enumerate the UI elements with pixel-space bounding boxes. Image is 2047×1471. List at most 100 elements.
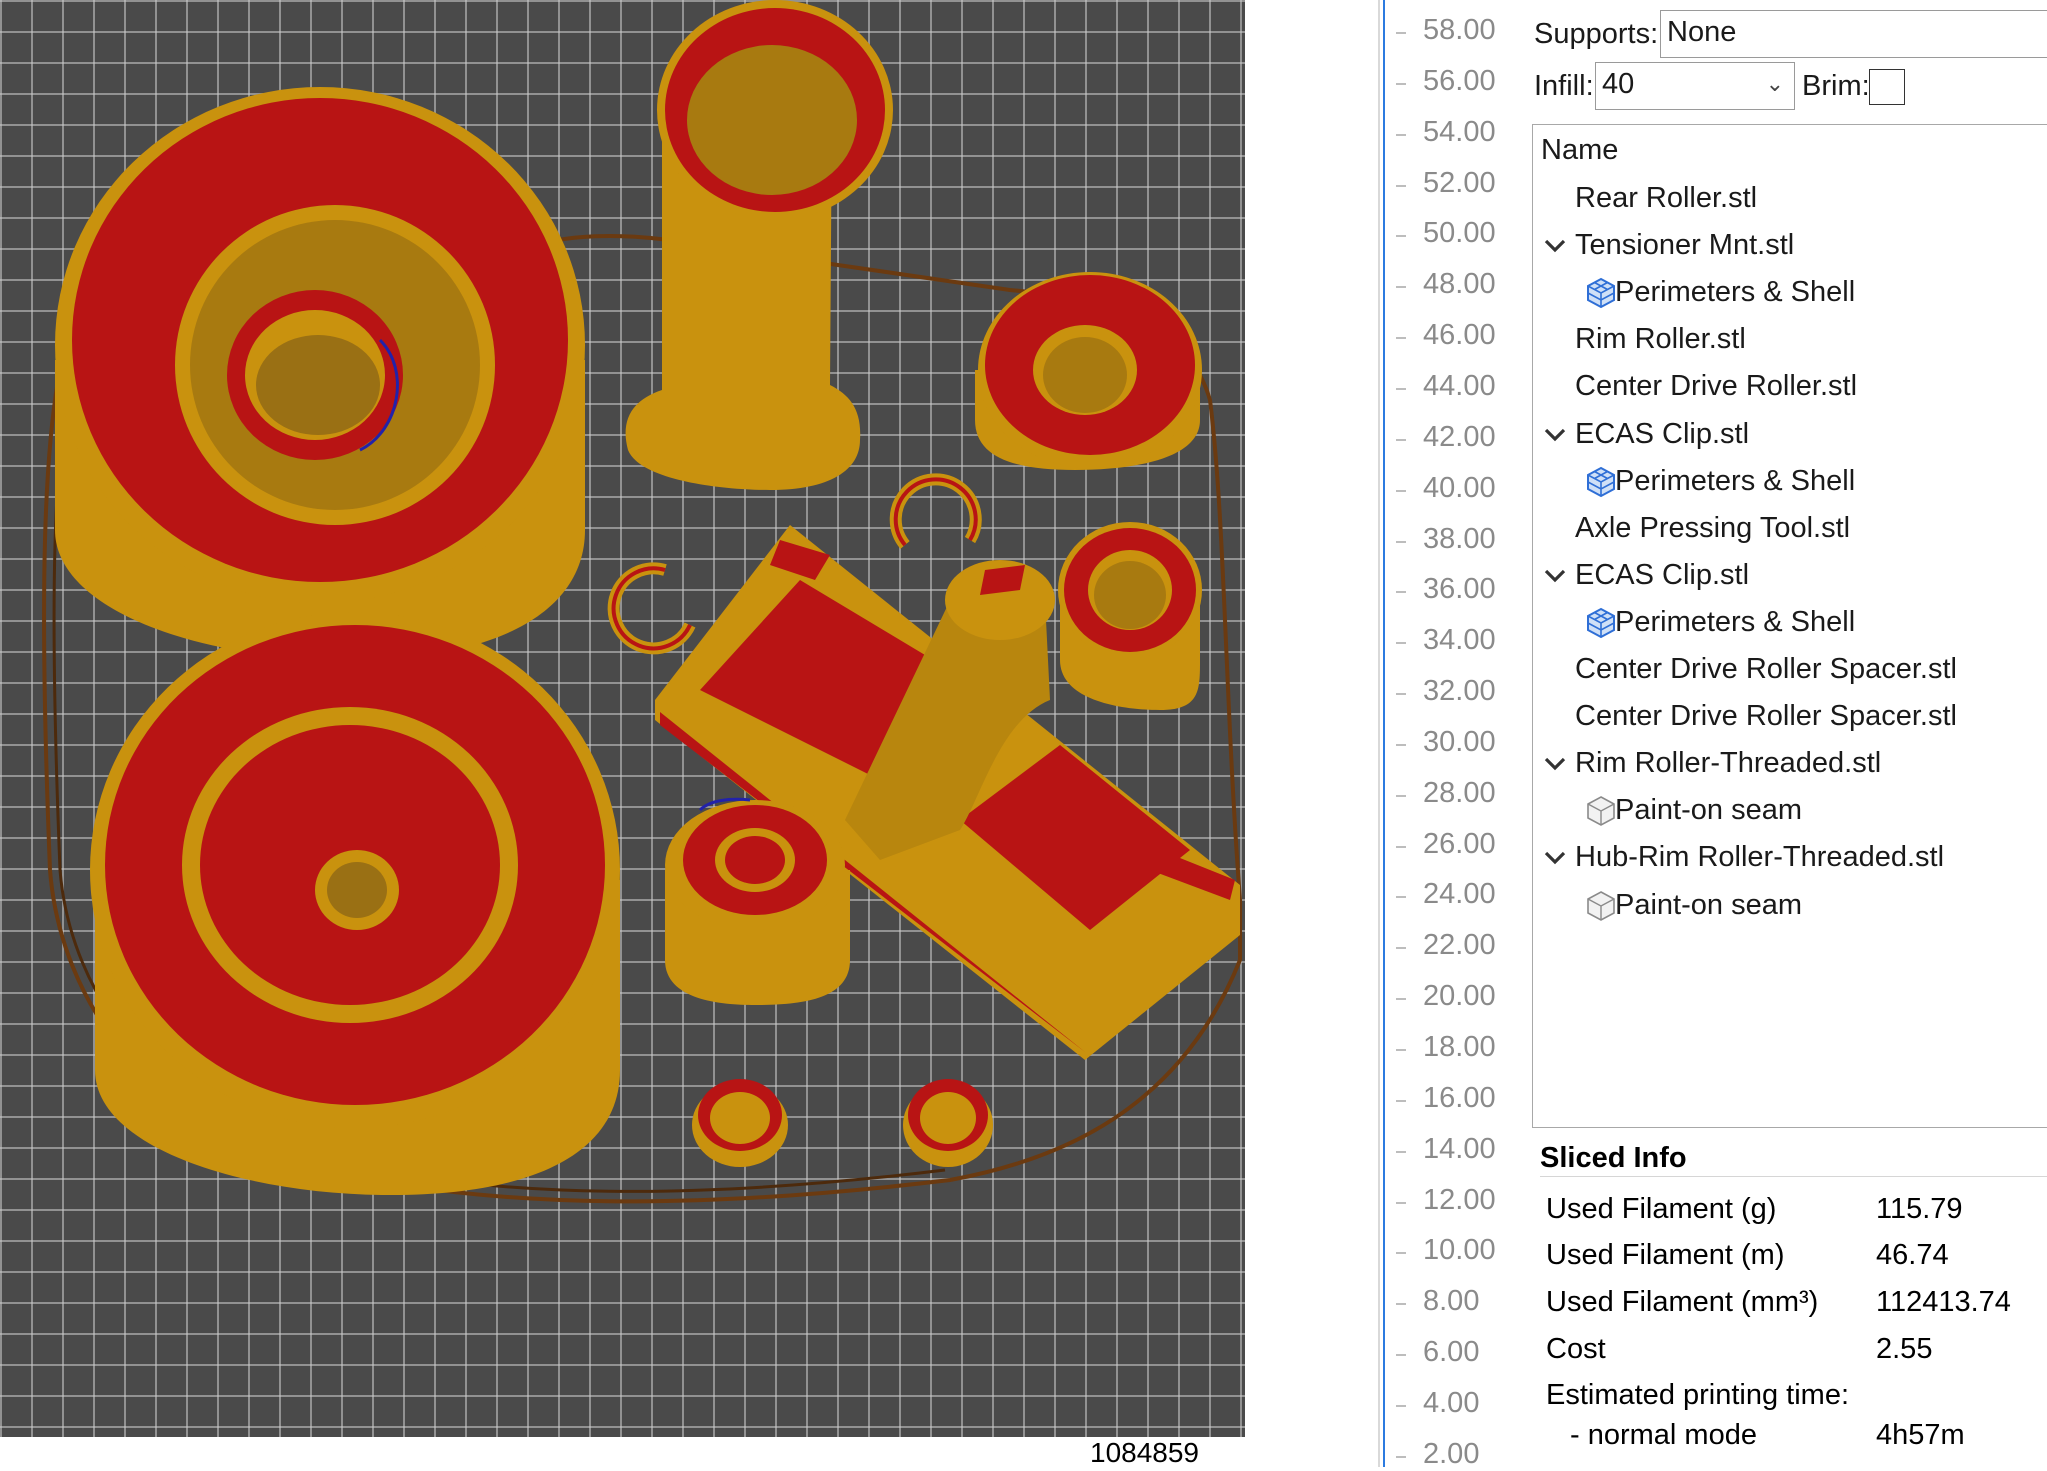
- object-list-item[interactable]: Perimeters & Shell: [1533, 599, 2047, 646]
- center-drive-roller-part: [90, 612, 620, 1195]
- layer-height-tick-label: 8.00: [1423, 1285, 1480, 1318]
- layer-height-tick-mark: [1396, 184, 1406, 187]
- object-list-item[interactable]: Center Drive Roller Spacer.stl: [1533, 646, 2047, 693]
- layer-height-tick-mark: [1396, 845, 1406, 848]
- sliced-info-row: Used Filament (m) 46.74: [1546, 1232, 2046, 1278]
- sliced-info-value: 4h57m: [1876, 1419, 1965, 1451]
- layer-height-tick-label: 36.00: [1423, 573, 1496, 606]
- layer-height-tick-label: 14.00: [1423, 1132, 1496, 1165]
- object-list-item[interactable]: Paint-on seam: [1533, 882, 2047, 929]
- layer-height-tick-mark: [1396, 1099, 1406, 1102]
- layer-height-tick-label: 26.00: [1423, 827, 1496, 860]
- sliced-info-value: 112413.74: [1876, 1286, 2011, 1318]
- spacer-ring-part: [1058, 522, 1202, 710]
- sliced-info-row: Cost 2.55: [1546, 1326, 2046, 1372]
- object-list-item[interactable]: Center Drive Roller.stl: [1533, 363, 2047, 410]
- layer-height-tick-mark: [1396, 337, 1406, 340]
- layer-height-tick-label: 58.00: [1423, 14, 1496, 46]
- layer-height-tick-label: 46.00: [1423, 319, 1496, 352]
- layer-height-tick-mark: [1396, 591, 1406, 594]
- object-list-header[interactable]: Name: [1541, 127, 1618, 174]
- chevron-down-icon[interactable]: [1543, 834, 1571, 881]
- layer-height-tick-mark: [1396, 32, 1406, 34]
- object-list-item[interactable]: Perimeters & Shell: [1533, 458, 2047, 505]
- layer-height-tick-mark: [1396, 1150, 1406, 1153]
- layer-height-tick-label: 24.00: [1423, 878, 1496, 911]
- small-spacer-ring-1: [692, 1079, 788, 1167]
- ecas-clip-part-2: [889, 473, 982, 549]
- layer-height-tick-label: 56.00: [1423, 64, 1496, 97]
- gcode-preview-viewport[interactable]: [0, 0, 1245, 1437]
- object-list-item-label: Center Drive Roller Spacer.stl: [1575, 653, 1957, 685]
- chevron-down-icon[interactable]: [1543, 411, 1571, 458]
- infill-combo[interactable]: 40 ⌄: [1595, 62, 1795, 110]
- layer-height-tick-mark: [1396, 235, 1406, 238]
- object-list-item[interactable]: Rim Roller-Threaded.stl: [1533, 740, 2047, 787]
- layer-height-tick-mark: [1396, 896, 1406, 899]
- layer-height-tick-label: 6.00: [1423, 1336, 1480, 1369]
- layer-height-tick-label: 38.00: [1423, 522, 1496, 555]
- layer-height-tick-mark: [1396, 387, 1406, 390]
- sliced-info-label: Cost: [1546, 1333, 1606, 1365]
- object-list-item-label: Rear Roller.stl: [1575, 182, 1758, 214]
- object-list-item-label: ECAS Clip.stl: [1575, 417, 1750, 450]
- object-list-item[interactable]: ECAS Clip.stl: [1533, 411, 2047, 458]
- object-list-item[interactable]: Axle Pressing Tool.stl: [1533, 505, 2047, 552]
- layer-height-tick-mark: [1396, 642, 1406, 645]
- object-list-item-label: Tensioner Mnt.stl: [1575, 229, 1795, 262]
- rear-roller-part: [55, 87, 585, 660]
- object-list-item-label: Perimeters & Shell: [1615, 464, 1856, 497]
- supports-label: Supports:: [1534, 18, 1659, 50]
- layer-height-tick-mark: [1396, 998, 1406, 1001]
- tensioner-tube-part: [625, 0, 893, 490]
- layer-height-tick-label: 40.00: [1423, 471, 1496, 504]
- mesh-settings-icon: [1585, 277, 1617, 309]
- object-list-item[interactable]: Hub-Rim Roller-Threaded.stl: [1533, 834, 2047, 881]
- layer-height-tick-mark: [1396, 947, 1406, 950]
- object-list-item[interactable]: Center Drive Roller Spacer.stl: [1533, 693, 2047, 740]
- layer-height-tick-mark: [1396, 1404, 1406, 1407]
- object-list-item-label: Center Drive Roller.stl: [1575, 370, 1858, 403]
- object-list-item[interactable]: Perimeters & Shell: [1533, 269, 2047, 316]
- object-list[interactable]: Name Rear Roller.stl Tensioner Mnt.stl Per…: [1532, 124, 2047, 1128]
- layer-height-tick-label: 10.00: [1423, 1234, 1496, 1267]
- layer-height-tick-label: 4.00: [1423, 1386, 1480, 1419]
- chevron-down-icon[interactable]: [1543, 222, 1571, 269]
- sliced-info-label: Used Filament (m): [1546, 1239, 1785, 1271]
- layer-height-tick-label: 16.00: [1423, 1081, 1496, 1114]
- layer-height-slider[interactable]: 58.00 56.00 54.00 52.00 50.00 48.00 46.00 44.00…: [1386, 0, 1530, 1470]
- layer-height-tick-label: 54.00: [1423, 115, 1496, 148]
- sliced-info-label: Used Filament (mm³): [1546, 1286, 1819, 1318]
- panel-divider: [1378, 0, 1380, 1467]
- supports-select[interactable]: None: [1660, 10, 2047, 58]
- seam-cube-icon: [1585, 890, 1617, 922]
- object-list-item[interactable]: Tensioner Mnt.stl: [1533, 222, 2047, 269]
- chevron-down-icon[interactable]: ⌄: [1766, 63, 1784, 105]
- object-list-item[interactable]: Rear Roller.stl: [1533, 175, 2047, 222]
- layer-height-tick-label: 34.00: [1423, 624, 1496, 657]
- layer-slider-track[interactable]: [1383, 0, 1385, 1467]
- sliced-info-panel: Sliced Info Used Filament (g) 115.79 Used …: [1532, 1140, 2047, 1467]
- object-list-item-label: Paint-on seam: [1615, 794, 1802, 827]
- layer-height-tick-label: 28.00: [1423, 776, 1496, 809]
- layer-height-tick-mark: [1396, 1354, 1406, 1357]
- object-list-item[interactable]: ECAS Clip.stl: [1533, 552, 2047, 599]
- layer-height-tick-label: 32.00: [1423, 675, 1496, 708]
- ecas-clip-part-1: [607, 562, 696, 655]
- mesh-settings-icon: [1585, 607, 1617, 639]
- object-list-item[interactable]: Rim Roller.stl: [1533, 316, 2047, 363]
- chevron-down-icon[interactable]: [1543, 740, 1571, 787]
- gcode-move-counter: 1084859: [1090, 1437, 1200, 1468]
- layer-height-tick-mark: [1396, 1252, 1406, 1255]
- brim-checkbox[interactable]: [1869, 69, 1905, 105]
- layer-height-tick-label: 30.00: [1423, 725, 1496, 758]
- object-list-item-label: Center Drive Roller Spacer.stl: [1575, 700, 1957, 733]
- layer-height-tick-mark: [1396, 743, 1406, 746]
- seam-cube-icon: [1585, 795, 1617, 827]
- object-list-item[interactable]: Paint-on seam: [1533, 787, 2047, 834]
- layer-height-tick-mark: [1396, 1201, 1406, 1204]
- sliced-info-label: Estimated printing time:: [1546, 1379, 1850, 1411]
- object-list-item-label: Perimeters & Shell: [1615, 276, 1856, 309]
- sliced-info-value: 2.55: [1876, 1333, 1933, 1365]
- chevron-down-icon[interactable]: [1543, 552, 1571, 599]
